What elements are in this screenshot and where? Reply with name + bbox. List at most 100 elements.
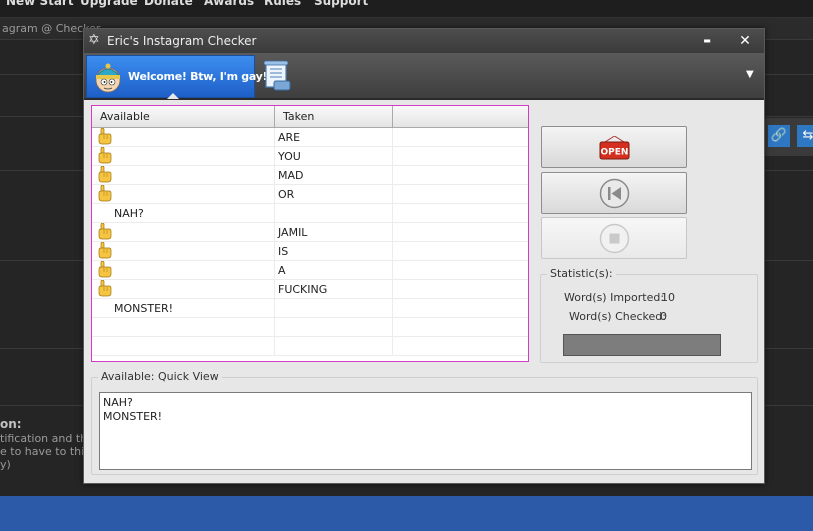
pointing-hand-icon xyxy=(98,242,112,259)
side-line: tification and thr xyxy=(0,432,92,445)
list-row[interactable]: ARE xyxy=(92,128,528,147)
list-row[interactable]: MAD xyxy=(92,166,528,185)
available-word: NAH? xyxy=(114,207,144,220)
statistics-title: Statistic(s): xyxy=(547,267,616,280)
share-icon[interactable]: ⇆ xyxy=(797,125,813,147)
nav-awards[interactable]: Awards xyxy=(204,0,254,8)
cell-available xyxy=(92,242,275,261)
window-title: Eric's Instagram Checker xyxy=(107,34,257,48)
cell-extra xyxy=(393,337,528,356)
list-row[interactable]: A xyxy=(92,261,528,280)
list-row[interactable]: OR xyxy=(92,185,528,204)
quick-view-group: Available: Quick View NAH? MONSTER! xyxy=(91,370,758,475)
cell-extra xyxy=(393,147,528,166)
taken-word xyxy=(275,337,393,356)
pointing-hand-icon xyxy=(98,280,112,297)
cell-extra xyxy=(393,204,528,223)
cell-extra xyxy=(393,223,528,242)
cell-available xyxy=(92,166,275,185)
taken-word: ARE xyxy=(275,128,393,147)
words-checked-value: 0 xyxy=(660,310,667,323)
taken-word: OR xyxy=(275,185,393,204)
nav-donate[interactable]: Donate xyxy=(144,0,193,8)
minimize-button[interactable]: ▬ xyxy=(697,31,717,51)
available-word: MONSTER! xyxy=(114,302,174,315)
cell-available: NAH? xyxy=(92,204,275,223)
taken-word: YOU xyxy=(275,147,393,166)
list-row[interactable]: FUCKING xyxy=(92,280,528,299)
words-checked-label: Word(s) Checked: xyxy=(569,310,666,323)
nav-rules[interactable]: Rules xyxy=(264,0,301,8)
taken-word: FUCKING xyxy=(275,280,393,299)
app-window: ✡ Eric's Instagram Checker ▬ ✕ Welcome! … xyxy=(83,28,765,484)
nav-upgrade[interactable]: Upgrade xyxy=(80,0,138,8)
open-sign-icon: OPEN xyxy=(599,136,630,160)
column-header-available[interactable]: Available xyxy=(92,106,275,128)
taken-word: A xyxy=(275,261,393,280)
list-row[interactable]: IS xyxy=(92,242,528,261)
skip-back-button[interactable] xyxy=(541,172,687,214)
cell-available xyxy=(92,280,275,299)
list-row[interactable]: NAH? xyxy=(92,204,528,223)
open-button[interactable]: OPEN xyxy=(541,126,687,168)
pointing-hand-icon xyxy=(98,185,112,202)
side-line: y) xyxy=(0,458,11,471)
stop-icon xyxy=(599,223,630,254)
cell-available xyxy=(92,223,275,242)
taken-word xyxy=(275,318,393,337)
progress-bar xyxy=(563,334,721,356)
cell-available xyxy=(92,185,275,204)
stop-button[interactable] xyxy=(541,217,687,259)
cell-extra xyxy=(393,261,528,280)
forum-top-nav: New Start Upgrade Donate Awards Rules Su… xyxy=(0,0,813,18)
cartman-avatar-icon xyxy=(95,63,121,93)
skip-back-icon xyxy=(599,178,630,209)
quick-view-textbox[interactable]: NAH? MONSTER! xyxy=(99,392,752,470)
pointing-hand-icon xyxy=(98,128,112,145)
cell-extra xyxy=(393,185,528,204)
star-of-david-icon: ✡ xyxy=(88,32,100,48)
title-bar[interactable]: ✡ Eric's Instagram Checker ▬ ✕ xyxy=(84,29,764,53)
tab-welcome[interactable]: Welcome! Btw, I'm gay! xyxy=(86,55,268,99)
list-row[interactable] xyxy=(92,318,528,337)
side-label: on: xyxy=(0,417,22,431)
pointing-hand-icon xyxy=(98,261,112,278)
taken-word: JAMIL xyxy=(275,223,393,242)
statistics-group: Statistic(s): Word(s) Imported: 10 Word(… xyxy=(540,267,758,363)
pointing-hand-icon xyxy=(98,147,112,164)
quick-view-title: Available: Quick View xyxy=(98,370,222,383)
list-row[interactable] xyxy=(92,337,528,356)
open-sign-text: OPEN xyxy=(601,148,629,158)
column-header-extra[interactable] xyxy=(393,106,528,128)
list-row[interactable]: JAMIL xyxy=(92,223,528,242)
cell-extra xyxy=(393,299,528,318)
cell-extra xyxy=(393,242,528,261)
toolbar: Welcome! Btw, I'm gay! ▼ xyxy=(84,53,764,100)
pointing-hand-icon xyxy=(98,166,112,183)
list-row[interactable]: MONSTER! xyxy=(92,299,528,318)
close-button[interactable]: ✕ xyxy=(735,31,755,51)
tab-label: Welcome! Btw, I'm gay! xyxy=(128,70,268,83)
pointing-hand-icon xyxy=(98,223,112,240)
chevron-down-icon[interactable]: ▼ xyxy=(746,69,758,81)
forum-footer xyxy=(0,496,813,531)
nav-new-start[interactable]: New Start xyxy=(6,0,74,8)
cell-extra xyxy=(393,280,528,299)
cell-available xyxy=(92,147,275,166)
tab-pointer xyxy=(167,93,179,99)
cell-available xyxy=(92,318,275,337)
cell-extra xyxy=(393,166,528,185)
scroll-document-icon[interactable] xyxy=(260,59,294,93)
taken-word xyxy=(275,299,393,318)
taken-word xyxy=(275,204,393,223)
word-list-view[interactable]: Available Taken ARE YOU MAD OR NAH? JAMIL IS A F… xyxy=(91,105,529,362)
cell-available xyxy=(92,337,275,356)
column-header-taken[interactable]: Taken xyxy=(275,106,393,128)
link-icon[interactable]: 🔗 xyxy=(768,125,790,147)
words-imported-value: 10 xyxy=(661,291,675,304)
cell-available xyxy=(92,128,275,147)
taken-word: MAD xyxy=(275,166,393,185)
nav-support[interactable]: Support xyxy=(314,0,368,8)
list-row[interactable]: YOU xyxy=(92,147,528,166)
cell-extra xyxy=(393,128,528,147)
